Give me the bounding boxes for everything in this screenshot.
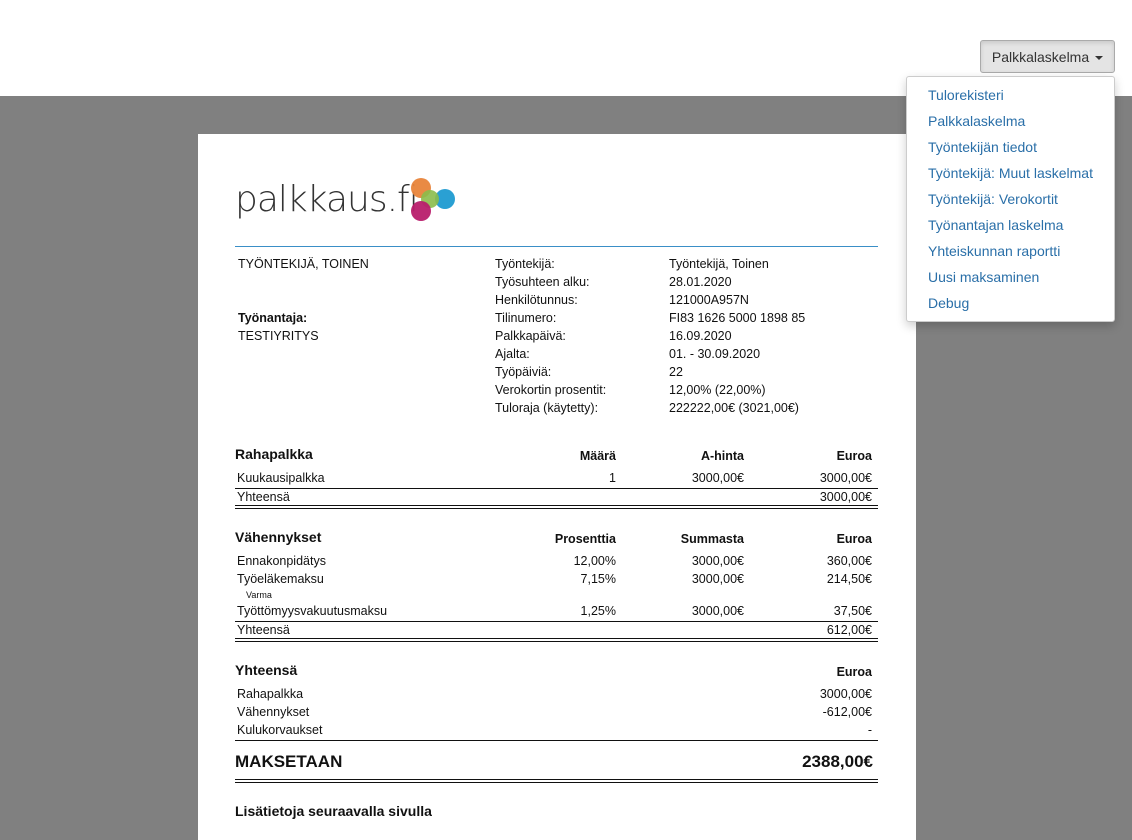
vahennykset-total-double-line-2 (235, 641, 878, 642)
vahennys-row-summasta: 3000,00€ (691, 572, 744, 586)
vahennys-row-summasta: 3000,00€ (691, 604, 744, 618)
rahapalkka-total-double-line-1 (235, 505, 878, 506)
rahapalkka-row-ahinta: 3000,00€ (691, 471, 744, 485)
menu-item-uusi-maksaminen[interactable]: Uusi maksaminen (907, 264, 1114, 290)
maksetaan-top-line (235, 740, 878, 741)
menu-item-palkkalaskelma[interactable]: Palkkalaskelma (907, 108, 1114, 134)
rahapalkka-title: Rahapalkka (235, 446, 313, 462)
rahapalkka-header-maara: Määrä (579, 449, 616, 463)
detail-label: Palkkapäivä: (495, 329, 566, 343)
report-dropdown-button[interactable]: Palkkalaskelma (980, 40, 1115, 73)
detail-value: 22 (669, 365, 683, 379)
vahennys-row-euroa: 214,50€ (826, 572, 872, 586)
vahennykset-header-prosenttia: Prosenttia (554, 532, 616, 546)
maksetaan-double-line-1 (235, 779, 878, 780)
detail-value: 28.01.2020 (669, 275, 732, 289)
vahennykset-header-summasta: Summasta (680, 532, 744, 546)
rahapalkka-row-label: Kuukausipalkka (237, 471, 325, 485)
rahapalkka-row-euroa: 3000,00€ (819, 471, 872, 485)
employer-label: Työnantaja: (238, 311, 308, 325)
vahennys-row-euroa: 37,50€ (833, 604, 872, 618)
rahapalkka-total-line (235, 488, 878, 489)
vahennys-row-euroa: 360,00€ (826, 554, 872, 568)
detail-value: Työntekijä, Toinen (669, 257, 769, 271)
rahapalkka-header-ahinta: A-hinta (700, 449, 744, 463)
logo-text: palkkaus.fi (235, 179, 419, 220)
rahapalkka-row-maara: 1 (609, 471, 616, 485)
vahennys-row-prosentti: 12,00% (573, 554, 616, 568)
yhteensa-header-euroa: Euroa (836, 665, 872, 679)
detail-value: FI83 1626 5000 1898 85 (669, 311, 806, 325)
detail-label: Henkilötunnus: (495, 293, 578, 307)
detail-label: Työsuhteen alku: (495, 275, 590, 289)
menu-item-debug[interactable]: Debug (907, 290, 1114, 316)
vahennys-row-prosentti: 1,25% (580, 604, 616, 618)
detail-label: Työntekijä: (495, 257, 555, 271)
rahapalkka-total-double-line-2 (235, 508, 878, 509)
detail-value: 12,00% (22,00%) (669, 383, 766, 397)
detail-label: Tilinumero: (495, 311, 557, 325)
menu-item-verokortit[interactable]: Työntekijä: Verokortit (907, 186, 1114, 212)
summary-row-label: Vähennykset (237, 705, 310, 719)
maksetaan-label: MAKSETAAN (235, 752, 343, 771)
caret-down-icon (1095, 55, 1104, 60)
summary-row-value: -612,00€ (822, 705, 872, 719)
detail-label: Ajalta: (495, 347, 530, 361)
employee-name: TYÖNTEKIJÄ, TOINEN (238, 257, 369, 271)
summary-row-value: 3000,00€ (819, 687, 872, 701)
vahennykset-total-value: 612,00€ (826, 623, 872, 637)
vahennykset-title: Vähennykset (235, 529, 322, 545)
summary-row-label: Kulukorvaukset (237, 723, 323, 737)
footer-note: Lisätietoja seuraavalla sivulla (235, 803, 432, 819)
summary-row-label: Rahapalkka (237, 687, 304, 701)
detail-value: 16.09.2020 (669, 329, 732, 343)
vahennykset-total-label: Yhteensä (237, 623, 290, 637)
summary-row-value: - (867, 723, 872, 737)
report-dropdown-label: Palkkalaskelma (991, 48, 1090, 65)
detail-label: Tuloraja (käytetty): (495, 401, 599, 415)
detail-label: Työpäiviä: (495, 365, 552, 379)
employer-name: TESTIYRITYS (238, 329, 319, 343)
rahapalkka-total-value: 3000,00€ (819, 490, 872, 504)
logo-dots-icon (411, 178, 455, 221)
vahennys-row-prosentti: 7,15% (580, 572, 616, 586)
detail-value: 121000A957N (669, 293, 749, 307)
vahennys-row-label: Työeläkemaksu (237, 572, 324, 586)
menu-item-yhteiskunnan-raportti[interactable]: Yhteiskunnan raportti (907, 238, 1114, 264)
vahennykset-total-line (235, 621, 878, 622)
rahapalkka-header-euroa: Euroa (836, 449, 872, 463)
menu-item-muut-laskelmat[interactable]: Työntekijä: Muut laskelmat (907, 160, 1114, 186)
vahennykset-header-euroa: Euroa (836, 532, 872, 546)
menu-item-tulorekisteri[interactable]: Tulorekisteri (907, 82, 1114, 108)
detail-value: 01. - 30.09.2020 (669, 347, 761, 361)
vahennys-row-summasta: 3000,00€ (691, 554, 744, 568)
detail-value: 222222,00€ (3021,00€) (669, 401, 799, 415)
palkkaus-logo: palkkaus.fi (235, 174, 465, 226)
vahennys-row-label: Työttömyysvakuutusmaksu (237, 604, 388, 618)
payslip-document: palkkaus.fi TYÖNTEKIJÄ, TOINEN Työnantaj… (198, 134, 916, 840)
menu-item-tyontekijan-tiedot[interactable]: Työntekijän tiedot (907, 134, 1114, 160)
yhteensa-title: Yhteensä (235, 662, 298, 678)
maksetaan-double-line-2 (235, 782, 878, 783)
vahennys-row-sublabel: Varma (246, 590, 272, 600)
vahennykset-total-double-line-1 (235, 638, 878, 639)
vahennys-row-label: Ennakonpidätys (237, 554, 326, 568)
menu-item-tyonantajan-laskelma[interactable]: Työnantajan laskelma (907, 212, 1114, 238)
report-dropdown-menu: Tulorekisteri Palkkalaskelma Työntekijän… (906, 76, 1115, 322)
header-divider (235, 246, 878, 247)
rahapalkka-total-label: Yhteensä (237, 490, 290, 504)
detail-label: Verokortin prosentit: (495, 383, 607, 397)
maksetaan-value: 2388,00€ (802, 752, 873, 771)
